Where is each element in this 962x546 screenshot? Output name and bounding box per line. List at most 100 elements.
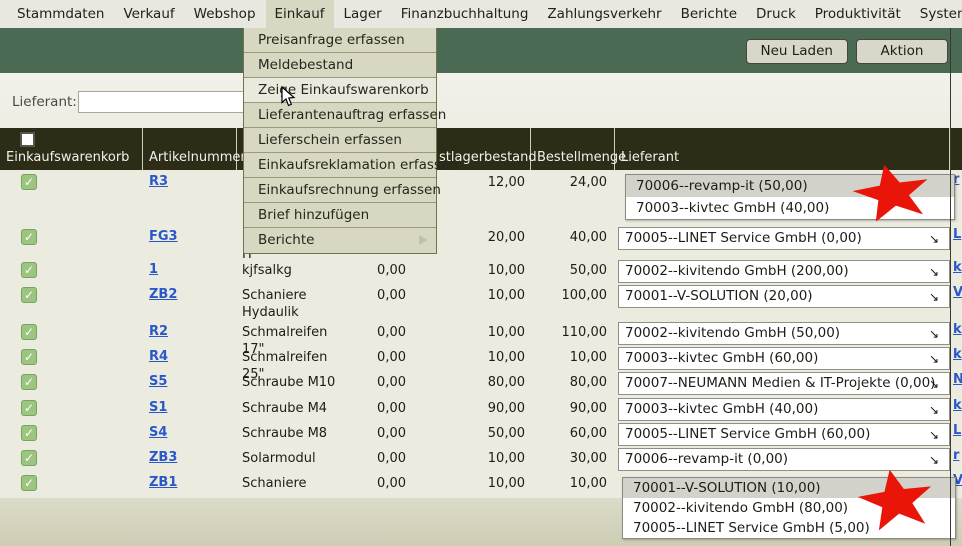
select-dropdown-arrow-icon: ↘ [929,374,939,395]
supplier-select[interactable]: 70001--V-SOLUTION (20,00)↘ [618,285,950,308]
supplier-select[interactable]: 70005--LINET Service GmbH (0,00)↘ [618,227,950,250]
order-quantity-value: 40,00 [535,230,607,245]
menu-item-label: Brief hinzufügen [258,207,369,223]
row-checkbox[interactable]: ✓ [21,174,37,190]
article-description: Schraube M10 [241,374,343,391]
menu-item-lieferschein-erfassen[interactable]: Lieferschein erfassen [244,128,436,153]
select-dropdown-arrow-icon: ↘ [929,349,939,370]
supplier-select-value: 70002--kivitendo GmbH (50,00) [625,325,840,341]
menu-item-einkaufsreklamation-erfassen[interactable]: Einkaufsreklamation erfassen [244,153,436,178]
menubar-item-webshop[interactable]: Webshop [185,0,265,28]
menubar-item-stammdaten[interactable]: Stammdaten [8,0,113,28]
article-number-link[interactable]: ZB2 [147,287,177,302]
current-stock-value: 80,00 [424,375,525,390]
menubar-item-system[interactable]: System [911,0,962,28]
menubar-item-produktivität[interactable]: Produktivität [806,0,910,28]
table-row: ✓ZB3Solarmodul0,0010,0030,0070006--revam… [0,446,962,471]
menubar-item-berichte[interactable]: Berichte [672,0,746,28]
article-number-link[interactable]: ZB1 [147,475,177,490]
row-checkbox[interactable]: ✓ [21,324,37,340]
purchase-basket-table: Einkaufswarenkorb Artikelnummer stlagerb… [0,128,962,498]
row-checkbox[interactable]: ✓ [21,262,37,278]
supplier-select[interactable]: 70005--LINET Service GmbH (60,00)↘ [618,423,950,446]
order-quantity-value: 110,00 [535,325,607,340]
action-bar: Neu Laden Aktion [0,28,962,73]
order-quantity-value: 90,00 [535,401,607,416]
row-checkbox[interactable]: ✓ [21,475,37,491]
clipped-next-column-text: L [953,227,961,242]
header-artikelnummer: Artikelnummer [143,128,237,170]
select-dropdown-arrow-icon: ↘ [929,262,939,283]
supplier-filter-input[interactable] [78,91,246,113]
menubar-item-zahlungsverkehr[interactable]: Zahlungsverkehr [538,0,670,28]
article-description: Schraube M4 [241,400,343,417]
menu-item-brief-hinzufügen[interactable]: Brief hinzufügen [244,203,436,228]
order-quantity-value: 80,00 [535,375,607,390]
menubar-item-finanzbuchhaltung[interactable]: Finanzbuchhaltung [392,0,538,28]
clipped-next-column-text: k [953,260,962,275]
menubar-item-einkauf[interactable]: Einkauf [266,0,334,28]
supplier-select[interactable]: 70003--kivtec GmbH (40,00) ↘ [618,398,950,421]
order-quantity-value: 10,00 [535,350,607,365]
table-row: ✓S5Schraube M100,0080,0080,0070007--NEUM… [0,370,962,396]
table-row: ✓FG3F H20,0040,0070005--LINET Service Gm… [0,225,962,258]
menu-item-label: Preisanfrage erfassen [258,32,405,48]
article-number-link[interactable]: R2 [147,324,168,339]
article-description: kjfsalkg [241,262,343,279]
supplier-select[interactable]: 70002--kivitendo GmbH (50,00)↘ [618,322,950,345]
article-description: Solarmodul [241,450,343,467]
table-row: ✓ZB2Schaniere Hydaulik0,0010,00100,00700… [0,283,962,320]
select-all-checkbox[interactable] [20,132,35,147]
row-checkbox[interactable]: ✓ [21,229,37,245]
annotation-star-top [853,163,931,221]
aktion-button[interactable]: Aktion [856,39,948,64]
table-row: ✓S4Schraube M80,0050,0060,0070005--LINET… [0,421,962,446]
min-stock-value: 0,00 [351,350,406,365]
menubar-item-lager[interactable]: Lager [335,0,391,28]
article-number-link[interactable]: R3 [147,174,168,189]
menu-item-label: Lieferantenauftrag erfassen [258,107,446,123]
select-dropdown-arrow-icon: ↘ [929,287,939,308]
current-stock-value: 10,00 [424,451,525,466]
table-row: ✓R4Schmalreifen 25"0,0010,0010,0070003--… [0,345,962,370]
article-description: Schraube M8 [241,425,343,442]
clipped-next-column-text: r [953,448,959,463]
supplier-select-value: 70002--kivitendo GmbH (200,00) [625,263,849,279]
article-number-link[interactable]: S1 [147,400,167,415]
article-number-link[interactable]: 1 [147,262,158,277]
article-number-link[interactable]: FG3 [147,229,178,244]
menu-item-lieferantenauftrag-erfassen[interactable]: Lieferantenauftrag erfassen [244,103,436,128]
row-checkbox[interactable]: ✓ [21,450,37,466]
neu-laden-button[interactable]: Neu Laden [746,39,848,64]
clipped-next-column-text: k [953,398,962,413]
menu-item-berichte[interactable]: Berichte [244,228,436,253]
row-checkbox[interactable]: ✓ [21,425,37,441]
menu-item-label: Meldebestand [258,57,353,73]
supplier-select-value: 70007--NEUMANN Medien & IT-Projekte (0,0… [625,375,935,391]
article-number-link[interactable]: R4 [147,349,168,364]
article-number-link[interactable]: ZB3 [147,450,177,465]
menu-item-zeige-einkaufswarenkorb[interactable]: Zeige Einkaufswarenkorb [244,78,436,103]
supplier-select[interactable]: 70003--kivtec GmbH (60,00)↘ [618,347,950,370]
menubar-item-verkauf[interactable]: Verkauf [114,0,183,28]
select-dropdown-arrow-icon: ↘ [929,229,939,250]
article-number-link[interactable]: S5 [147,374,167,389]
table-row: ✓1kjfsalkg0,0010,0050,0070002--kivitendo… [0,258,962,283]
supplier-select[interactable]: 70007--NEUMANN Medien & IT-Projekte (0,0… [618,372,950,395]
row-checkbox[interactable]: ✓ [21,374,37,390]
table-row: ✓R2Schmalreifen 17"0,0010,00110,0070002-… [0,320,962,345]
menu-item-preisanfrage-erfassen[interactable]: Preisanfrage erfassen [244,28,436,53]
row-checkbox[interactable]: ✓ [21,349,37,365]
supplier-select[interactable]: 70002--kivitendo GmbH (200,00) ↘ [618,260,950,283]
header-clipped-column [950,128,962,170]
select-dropdown-arrow-icon: ↘ [929,400,939,421]
row-checkbox[interactable]: ✓ [21,400,37,416]
row-checkbox[interactable]: ✓ [21,287,37,303]
current-stock-value: 10,00 [424,288,525,303]
article-number-link[interactable]: S4 [147,425,167,440]
menu-item-meldebestand[interactable]: Meldebestand [244,53,436,78]
supplier-select-value: 70003--kivtec GmbH (40,00) [625,401,818,417]
menu-item-label: Einkaufsrechnung erfassen [258,182,441,198]
menubar-item-druck[interactable]: Druck [747,0,805,28]
menu-item-einkaufsrechnung-erfassen[interactable]: Einkaufsrechnung erfassen [244,178,436,203]
